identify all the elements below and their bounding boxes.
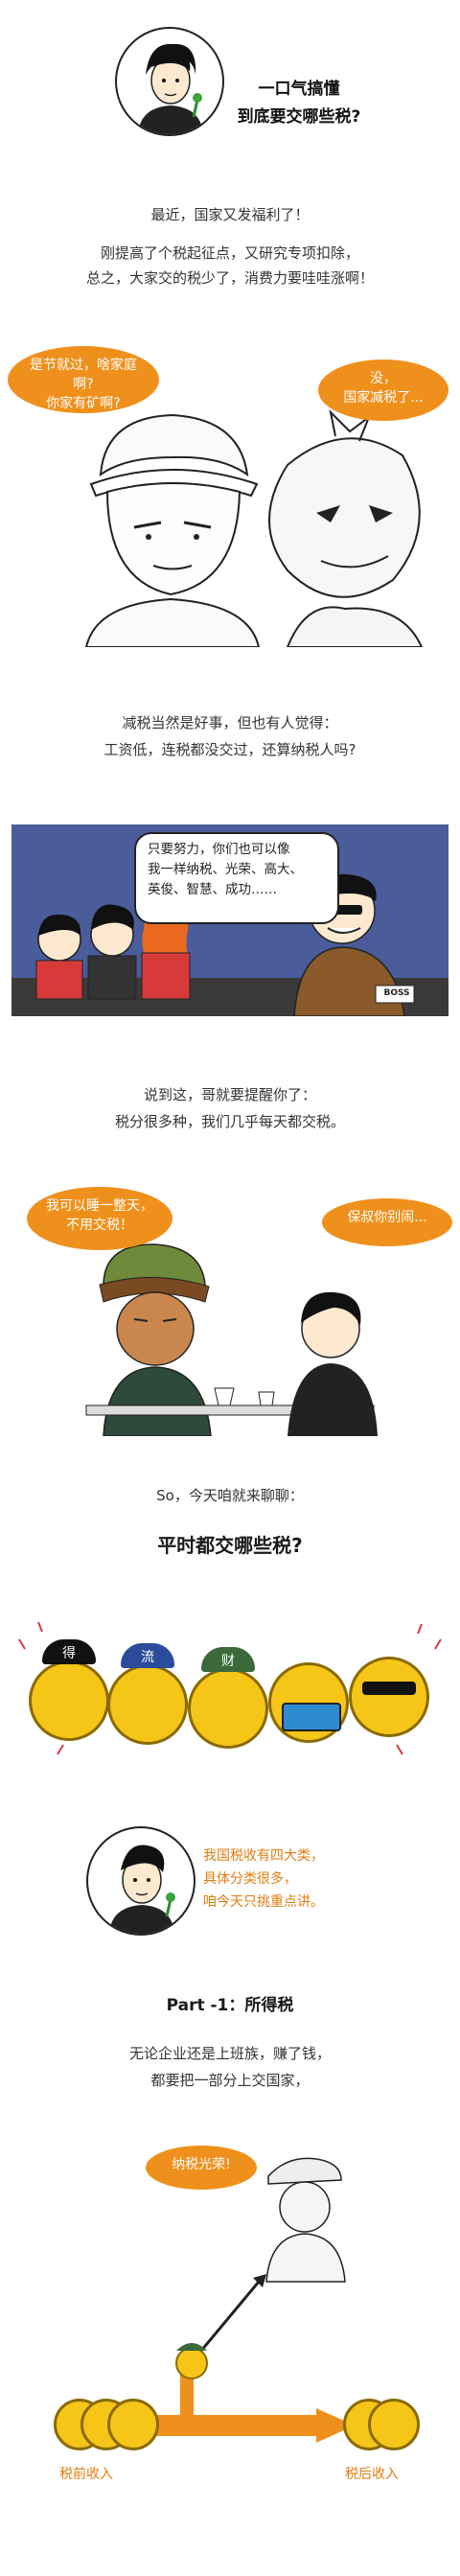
para3-line1: 说到这，哥就要提醒你了： (143, 1086, 316, 1103)
note-line3: 咱今天只挑重点讲。 (203, 1894, 324, 1910)
comic3-bubble-left: 我可以睡一整天， 不用交税！ (27, 1187, 172, 1250)
coin-after-2 (368, 2399, 420, 2450)
comic2-boss-sign: BOSS (383, 988, 410, 998)
para4-line1: So，今天咱就来聊聊： (156, 1487, 304, 1504)
comic1-panel: 是节就过，啥家庭啊? 你家有矿啊? 没， 国家减税了... (0, 331, 460, 648)
coin-income-tax (29, 1660, 109, 1741)
coin-hat-label-3: 财 (221, 1654, 235, 1669)
coin-before-3 (107, 2399, 159, 2450)
label-before-tax: 税前收入 (59, 2467, 113, 2482)
sunglasses-icon (362, 1682, 416, 1695)
part1-diagram: 纳税光荣! 税前收入 税后收入 (0, 2138, 460, 2569)
coin-hat-label-1: 得 (62, 1646, 76, 1661)
header-portrait (115, 27, 224, 136)
para2-line1: 减税当然是好事，但也有人觉得： (122, 714, 338, 731)
part1-line1: 无论企业还是上班族，赚了钱， (128, 2045, 331, 2062)
comic1-bubble-left: 是节就过，啥家庭啊? 你家有矿啊? (8, 346, 159, 413)
note-line1: 我国税收有四大类， (203, 1848, 324, 1864)
coin-card-icon (282, 1703, 341, 1731)
note-portrait (86, 1826, 196, 1936)
part1-bubble: 纳税光荣! (146, 2146, 257, 2190)
para2-line2: 工资低，连税都没交过，还算纳税人吗? (104, 741, 356, 758)
comic3-bubble-right: 保叔你别闹... (322, 1198, 452, 1246)
intro-line1: 最近，国家又发福利了！ (150, 206, 310, 223)
header-title-box: 一口气搞懂 到底要交哪些税? (222, 75, 376, 132)
part1-line2: 都要把一部分上交国家， (150, 2072, 310, 2089)
avatar-man-icon (138, 43, 203, 134)
comic2-speech-bubble: 只要努力，你们也可以像 我一样纳税、光荣、高大、 英俊、智慧、成功…… (134, 832, 339, 924)
coin-property-tax (188, 1668, 268, 1749)
header-title-line1: 一口气搞懂 (258, 80, 340, 99)
intro-line2: 刚提高了个税起征点，又研究专项扣除， (100, 244, 359, 262)
part1-heading: Part -1：所得税 (166, 1996, 294, 2015)
comic1-bubble-right: 没， 国家减税了... (318, 360, 448, 421)
label-after-tax: 税后收入 (345, 2467, 399, 2482)
comic2-panel: 只要努力，你们也可以像 我一样纳税、光荣、高大、 英俊、智慧、成功…… BOSS (12, 824, 448, 1016)
para3-line2: 税分很多种，我们几乎每天都交税。 (114, 1113, 345, 1130)
coins-row: 得 流 财 (0, 1611, 460, 1774)
para4-heading: 平时都交哪些税? (157, 1534, 303, 1557)
part1-illustration (115, 2157, 355, 2443)
header-title-line2: 到底要交哪些税? (237, 107, 361, 127)
coin-hat-label-2: 流 (141, 1650, 154, 1665)
avatar-man-icon (109, 1845, 175, 1934)
comic3-panel: 我可以睡一整天， 不用交税！ 保叔你别闹... (0, 1177, 460, 1437)
coin-sunglasses (349, 1657, 429, 1737)
note-line2: 具体分类很多， (203, 1871, 297, 1887)
coin-turnover-tax (107, 1664, 188, 1745)
intro-line3: 总之，大家交的税少了，消费力要哇哇涨啊！ (85, 269, 374, 287)
